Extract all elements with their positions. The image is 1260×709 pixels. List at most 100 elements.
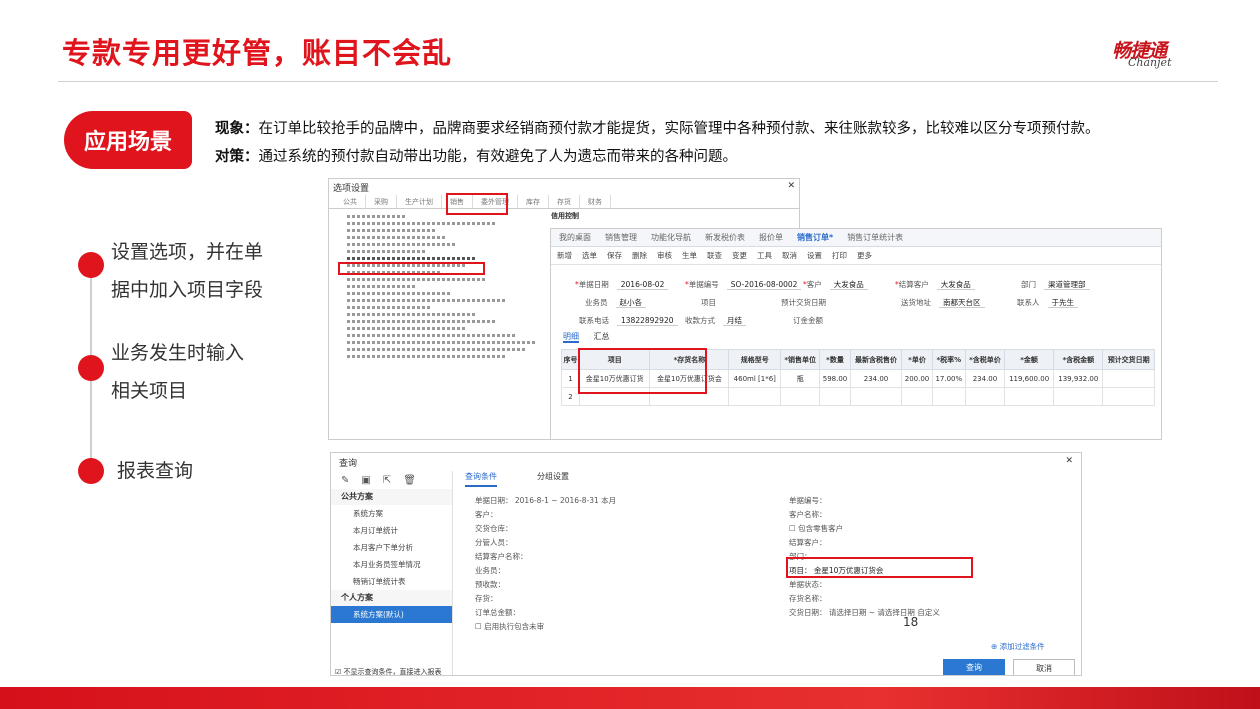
grid-cell[interactable]: 460ml [1*6] xyxy=(728,369,782,388)
grid-cell[interactable]: 234.00 xyxy=(849,369,903,388)
option-line[interactable] xyxy=(347,250,427,253)
grid-cell[interactable]: 119,600.00 xyxy=(1004,369,1055,388)
bottom-checkbox[interactable]: ☑ 不显示查询条件，直接进入报表 xyxy=(335,667,442,675)
option-line[interactable] xyxy=(347,313,477,316)
sidebar-item[interactable]: 畅销订单统计表 xyxy=(331,573,452,590)
toolbar-button[interactable]: 变更 xyxy=(732,250,747,261)
grid-cell[interactable]: 234.00 xyxy=(964,369,1006,388)
grid-cell[interactable] xyxy=(931,387,966,406)
grid-cell[interactable]: 瓶 xyxy=(780,369,821,388)
sidebar-personal-head[interactable]: 个人方案 xyxy=(331,590,452,606)
grid-cell[interactable] xyxy=(728,387,782,406)
sidebar-public-head[interactable]: 公共方案 xyxy=(331,489,452,505)
grid-cell[interactable] xyxy=(849,387,903,406)
sidebar-item[interactable]: 本月客户下单分析 xyxy=(331,539,452,556)
field-dept[interactable]: 部门 渠道管理部 xyxy=(1021,279,1090,290)
subtab-summary[interactable]: 汇总 xyxy=(594,332,610,341)
option-line[interactable] xyxy=(347,299,507,302)
field-customer[interactable]: *客户 大发食品 xyxy=(803,279,868,290)
option-line[interactable] xyxy=(347,236,447,239)
option-line[interactable] xyxy=(347,292,452,295)
toolbar-button[interactable]: 打印 xyxy=(832,250,847,261)
sidebar-item[interactable]: 本月业务员签单情况 xyxy=(331,556,452,573)
query-field[interactable]: 单据编号： xyxy=(789,495,827,506)
options-tab[interactable]: 存货 xyxy=(549,195,580,208)
nav-tab[interactable]: 销售管理 xyxy=(605,232,637,243)
export-icon[interactable]: ⇱ xyxy=(383,475,391,486)
field-project[interactable]: 项目 xyxy=(701,297,716,308)
toolbar-button[interactable]: 新增 xyxy=(557,250,572,261)
query-field[interactable]: 存货： xyxy=(475,593,498,604)
grid-cell[interactable]: 598.00 xyxy=(819,369,851,388)
tab-grouping[interactable]: 分组设置 xyxy=(537,471,569,487)
option-line[interactable] xyxy=(347,327,467,330)
nav-tab[interactable]: 新发税价表 xyxy=(705,232,745,243)
toolbar-button[interactable]: 删除 xyxy=(632,250,647,261)
delete-icon[interactable]: 🗑 xyxy=(403,475,416,486)
nav-tab[interactable]: 功能化导航 xyxy=(651,232,691,243)
field-date[interactable]: *单据日期 2016-08-02 xyxy=(575,279,669,290)
grid-cell[interactable]: 1 xyxy=(561,369,580,388)
options-tab[interactable]: 采购 xyxy=(366,195,397,208)
toolbar-button[interactable]: 选单 xyxy=(582,250,597,261)
grid-cell[interactable]: 139,932.00 xyxy=(1053,369,1104,388)
option-line[interactable] xyxy=(347,355,507,358)
option-line[interactable] xyxy=(347,229,437,232)
option-line[interactable] xyxy=(347,341,537,344)
add-filter-link[interactable]: ⊕ 添加过滤条件 xyxy=(991,641,1045,652)
toolbar-button[interactable]: 审核 xyxy=(657,250,672,261)
toolbar-button[interactable]: 取消 xyxy=(782,250,797,261)
options-tab[interactable]: 生产计划 xyxy=(397,195,442,208)
option-line[interactable] xyxy=(347,285,417,288)
query-field[interactable]: 业务员： xyxy=(475,565,505,576)
sidebar-item[interactable]: 系统方案 xyxy=(331,505,452,522)
query-field[interactable]: 订单总金额： xyxy=(475,607,520,618)
sidebar-item-default[interactable]: 系统方案(默认) xyxy=(331,606,452,623)
toolbar-button[interactable]: 工具 xyxy=(757,250,772,261)
subtab-detail[interactable]: 明细 xyxy=(563,332,579,343)
toolbar-button[interactable]: 生单 xyxy=(682,250,697,261)
field-contact[interactable]: 联系人 于先生 xyxy=(1017,297,1078,308)
toolbar-button[interactable]: 更多 xyxy=(857,250,872,261)
query-field[interactable]: 客户名称： xyxy=(789,509,827,520)
option-line[interactable] xyxy=(347,306,432,309)
field-delivery-date[interactable]: 预计交货日期 xyxy=(781,297,826,308)
option-line-highlighted[interactable] xyxy=(347,257,477,260)
options-tab[interactable]: 库存 xyxy=(518,195,549,208)
nav-tab[interactable]: 报价单 xyxy=(759,232,783,243)
grid-cell[interactable] xyxy=(901,387,933,406)
edit-icon[interactable]: ✎ xyxy=(341,475,349,486)
nav-tab-sales-order[interactable]: 销售订单* xyxy=(797,232,833,243)
query-field[interactable]: 单据日期： 2016-8-1 ~ 2016-8-31 本月 xyxy=(475,495,616,506)
sidebar-item[interactable]: 本月订单统计 xyxy=(331,522,452,539)
options-tab[interactable]: 公共 xyxy=(335,195,366,208)
nav-tab[interactable]: 销售订单统计表 xyxy=(847,232,903,243)
save-icon[interactable]: ▣ xyxy=(361,475,370,486)
query-field[interactable]: 结算客户： xyxy=(789,537,827,548)
field-deposit[interactable]: 订金金额 xyxy=(793,315,823,326)
grid-cell[interactable] xyxy=(780,387,821,406)
grid-cell[interactable] xyxy=(1004,387,1055,406)
grid-cell[interactable]: 2 xyxy=(561,387,580,406)
field-address[interactable]: 送货地址 南都天台区 xyxy=(901,297,985,308)
grid-cell[interactable] xyxy=(819,387,851,406)
query-field[interactable]: 客户： xyxy=(475,509,498,520)
grid-cell[interactable]: 200.00 xyxy=(901,369,933,388)
query-field[interactable]: 单据状态： xyxy=(789,579,827,590)
query-field[interactable]: 结算客户名称： xyxy=(475,551,528,562)
toolbar-button[interactable]: 联查 xyxy=(707,250,722,261)
grid-cell[interactable] xyxy=(1102,369,1155,388)
option-line[interactable] xyxy=(347,320,497,323)
toolbar-button[interactable]: 保存 xyxy=(607,250,622,261)
toolbar-button[interactable]: 设置 xyxy=(807,250,822,261)
option-line[interactable] xyxy=(347,278,487,281)
query-checkbox-retail[interactable]: ☐ 包含零售客户 xyxy=(789,523,843,534)
query-field[interactable]: 交货仓库： xyxy=(475,523,513,534)
tab-conditions[interactable]: 查询条件 xyxy=(465,471,497,487)
query-checkbox[interactable]: ☐ 启用执行包含未审 xyxy=(475,621,544,632)
query-field[interactable]: 预收款： xyxy=(475,579,505,590)
field-phone[interactable]: 联系电话 13822892920 xyxy=(579,315,678,326)
grid-cell[interactable] xyxy=(1102,387,1155,406)
grid-cell[interactable] xyxy=(1053,387,1104,406)
close-icon[interactable]: ✕ xyxy=(787,181,795,193)
